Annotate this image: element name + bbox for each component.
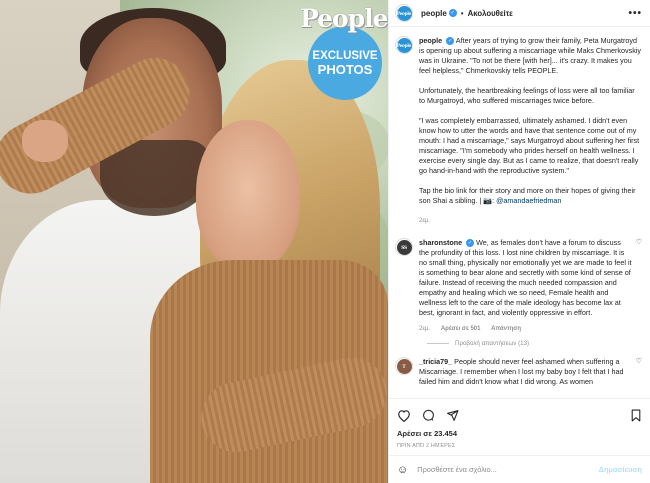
comment-username[interactable]: sharonstone <box>419 238 462 247</box>
post-side-panel: People people ✓ • Ακολουθείτε ••• People… <box>388 0 650 483</box>
post-caption: People people ✓ After years of trying to… <box>389 28 650 226</box>
instagram-post: EXCLUSIVE PHOTOS People People people ✓ … <box>0 0 650 483</box>
comment-text: We, as females don't have a forum to dis… <box>419 238 632 317</box>
verified-icon: ✓ <box>448 9 457 17</box>
woman-face <box>196 120 300 270</box>
heart-icon[interactable] <box>397 409 411 422</box>
people-exclusive-badge: EXCLUSIVE PHOTOS People <box>300 4 388 100</box>
avatar-logo: People <box>396 5 412 21</box>
view-replies-button[interactable]: Προβολή απαντήσεων (13) <box>427 340 650 347</box>
emoji-icon[interactable]: ☺ <box>397 464 408 476</box>
reply-button[interactable]: Απάντηση <box>491 326 521 332</box>
caption-time: 2εμ. <box>419 218 431 224</box>
post-photo[interactable]: EXCLUSIVE PHOTOS People <box>0 0 388 483</box>
caption-paragraph: Unfortunately, the heartbreaking feeling… <box>419 86 635 105</box>
comment-icon[interactable] <box>422 409 435 422</box>
comment-like-icon[interactable]: ♡ <box>636 238 642 334</box>
comment: SS sharonstone ✓ We, as females don't ha… <box>389 226 650 334</box>
comment-like-icon[interactable]: ♡ <box>636 357 642 387</box>
separator-dot: • <box>460 8 464 18</box>
verified-icon: ✓ <box>446 37 455 46</box>
post-header: People people ✓ • Ακολουθείτε ••• <box>389 0 650 27</box>
badge-line2: PHOTOS <box>317 62 373 77</box>
verified-icon: ✓ <box>466 239 475 248</box>
mention-link[interactable]: @amandaefriedman <box>496 196 561 205</box>
publish-button[interactable]: Δημοσίευση <box>599 465 642 474</box>
share-icon[interactable] <box>446 409 459 422</box>
people-logo: People <box>300 4 388 33</box>
post-actions: Αρέσει σε 23.454 ΠΡΙΝ ΑΠΌ 2 ΗΜΈΡΕΣ <box>389 398 650 449</box>
avatar[interactable]: People <box>395 4 413 22</box>
comments-scroll-area[interactable]: People people ✓ After years of trying to… <box>389 28 650 395</box>
comment-likes[interactable]: Αρέσει σε 501 <box>441 326 481 332</box>
comment-composer: ☺ Δημοσίευση <box>389 455 650 483</box>
following-button[interactable]: Ακολουθείτε <box>468 9 513 18</box>
comment-time: 2εμ. <box>419 326 431 332</box>
comment-avatar[interactable]: T <box>395 357 413 375</box>
post-date: ΠΡΙΝ ΑΠΌ 2 ΗΜΈΡΕΣ <box>397 443 456 449</box>
caption-paragraph: "I was completely embarrassed, ultimatel… <box>419 116 640 175</box>
comment: T _tricia79_ People should never feel as… <box>389 349 650 387</box>
caption-username[interactable]: people <box>419 36 442 45</box>
more-options-icon[interactable]: ••• <box>628 8 642 19</box>
bookmark-icon[interactable] <box>630 409 642 422</box>
comment-avatar[interactable]: SS <box>395 238 413 256</box>
view-replies-label: Προβολή απαντήσεων (13) <box>455 340 530 347</box>
caption-avatar[interactable]: People <box>395 36 413 54</box>
likes-count[interactable]: Αρέσει σε 23.454 <box>397 429 642 438</box>
comment-input[interactable] <box>417 465 599 474</box>
header-username[interactable]: people <box>421 9 447 18</box>
comment-username[interactable]: _tricia79_ <box>419 357 452 366</box>
